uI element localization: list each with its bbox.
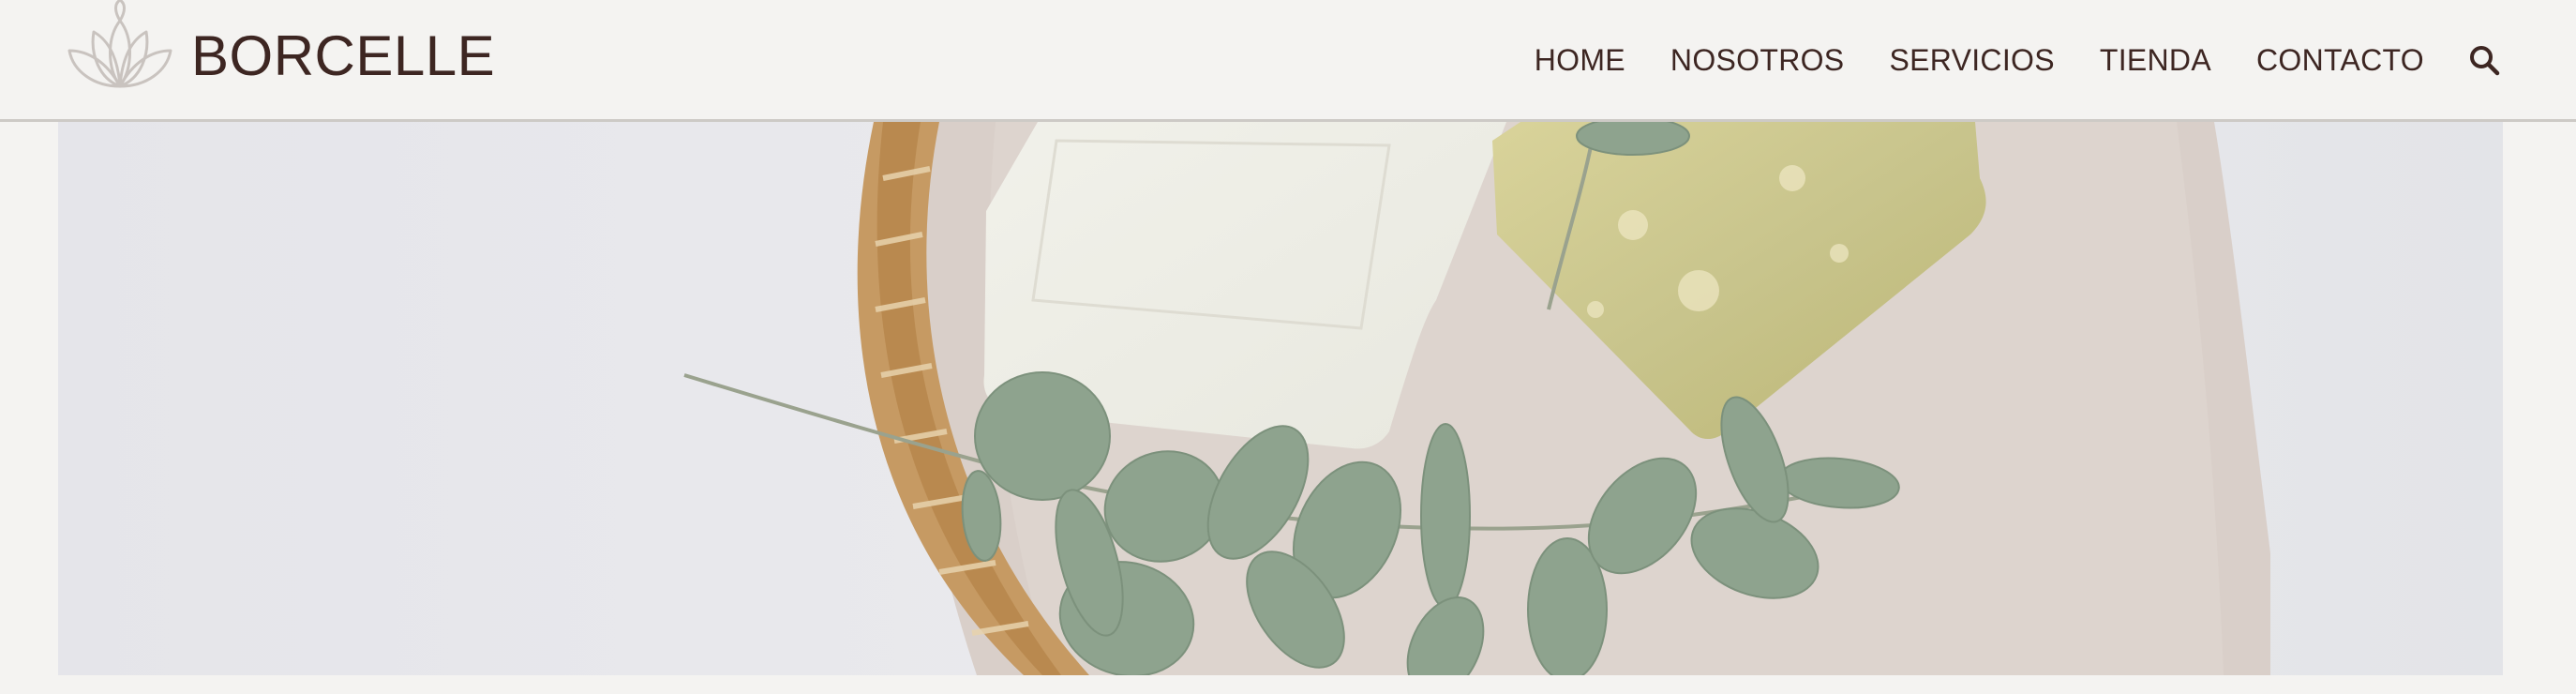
main-nav: HOME NOSOTROS SERVICIOS TIENDA CONTACTO (1535, 34, 2501, 86)
nav-home[interactable]: HOME (1535, 45, 1625, 75)
brand-name: BORCELLE (191, 24, 496, 87)
nav-servicios[interactable]: SERVICIOS (1889, 45, 2054, 75)
nav-tienda[interactable]: TIENDA (2100, 45, 2211, 75)
brand-logo-link[interactable]: BORCELLE (62, 0, 495, 94)
lotus-icon (67, 0, 172, 88)
nav-contacto[interactable]: CONTACTO (2256, 45, 2424, 75)
hero-image (58, 122, 2503, 675)
site-header: BORCELLE HOME NOSOTROS SERVICIOS TIENDA … (0, 0, 2576, 122)
hero-photo (58, 122, 2503, 675)
nav-nosotros[interactable]: NOSOTROS (1670, 45, 1845, 75)
search-button[interactable] (2467, 43, 2501, 77)
search-icon (2470, 46, 2500, 76)
